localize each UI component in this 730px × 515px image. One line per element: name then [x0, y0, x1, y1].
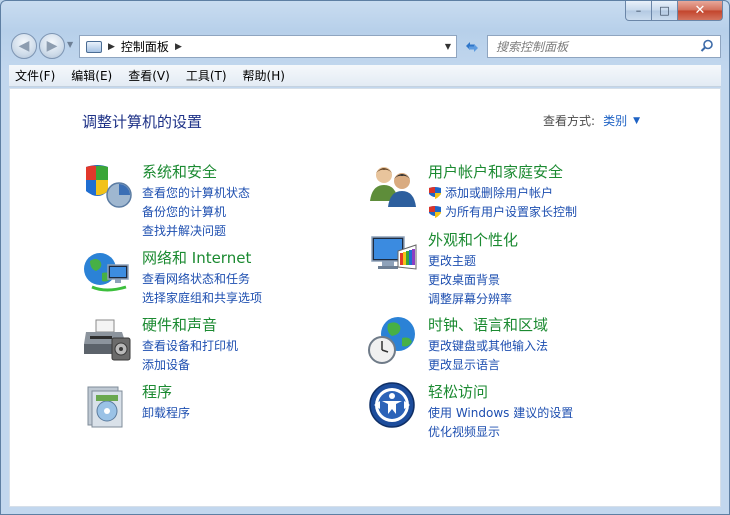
link-view-devices-printers[interactable]: 查看设备和打印机 — [142, 336, 238, 355]
category-clock-language-region: 时钟、语言和区域 更改键盘或其他输入法 更改显示语言 — [368, 314, 648, 372]
category-hardware-sound: 硬件和声音 查看设备和打印机 添加设备 — [82, 314, 362, 372]
breadcrumb-control-panel[interactable]: 控制面板 — [121, 38, 169, 55]
uac-shield-icon — [429, 205, 441, 218]
link-change-theme[interactable]: 更改主题 — [428, 251, 512, 270]
category-links: 更改主题 更改桌面背景 调整屏幕分辨率 — [428, 251, 512, 308]
breadcrumb-separator-icon[interactable]: ▶ — [108, 42, 115, 52]
category-title-programs[interactable]: 程序 — [142, 381, 172, 402]
link-find-fix-problems[interactable]: 查找并解决问题 — [142, 221, 250, 240]
security-shield-icon[interactable] — [82, 161, 134, 213]
menu-tools[interactable]: 工具(T) — [186, 67, 227, 84]
menu-view[interactable]: 查看(V) — [128, 67, 170, 84]
link-parental-controls[interactable]: 为所有用户设置家长控制 — [428, 202, 577, 221]
ease-of-access-icon[interactable] — [368, 381, 420, 433]
printer-icon[interactable] — [82, 314, 134, 366]
category-user-accounts: 用户帐户和家庭安全 添加或删除用户帐户 为所有用户设置家长控制 — [368, 161, 648, 221]
search-icon[interactable] — [700, 39, 714, 53]
link-recommended-settings[interactable]: 使用 Windows 建议的设置 — [428, 403, 573, 422]
link-change-keyboard[interactable]: 更改键盘或其他输入法 — [428, 336, 548, 355]
category-title-network-internet[interactable]: 网络和 Internet — [142, 247, 251, 268]
network-globe-icon[interactable] — [82, 247, 134, 299]
caption-buttons: – □ ✕ — [625, 1, 723, 22]
back-button[interactable]: ◀ — [11, 33, 37, 59]
refresh-icon — [466, 41, 478, 52]
search-box[interactable] — [487, 35, 721, 58]
link-view-computer-status[interactable]: 查看您的计算机状态 — [142, 183, 250, 202]
category-title-appearance[interactable]: 外观和个性化 — [428, 229, 518, 250]
category-title-hardware-sound[interactable]: 硬件和声音 — [142, 314, 217, 335]
menu-edit[interactable]: 编辑(E) — [71, 67, 112, 84]
control-panel-icon — [86, 40, 102, 53]
chevron-down-icon[interactable]: ▼ — [633, 116, 640, 126]
category-title-user-accounts[interactable]: 用户帐户和家庭安全 — [428, 161, 563, 182]
category-links: 查看网络状态和任务 选择家庭组和共享选项 — [142, 269, 262, 307]
clock-globe-icon[interactable] — [368, 314, 420, 366]
link-text[interactable]: 为所有用户设置家长控制 — [445, 203, 577, 220]
refresh-button[interactable] — [461, 35, 483, 58]
forward-arrow-icon: ▶ — [46, 38, 58, 54]
menu-file[interactable]: 文件(F) — [15, 67, 55, 84]
page-title: 调整计算机的设置 — [82, 113, 203, 131]
view-by-value[interactable]: 类别 — [603, 112, 627, 129]
chevron-down-icon: ▼ — [67, 40, 74, 49]
menu-help[interactable]: 帮助(H) — [243, 67, 285, 84]
navigation-bar: ◀ ▶ ▼ ▶ 控制面板 ▶ ▼ — [9, 31, 721, 61]
link-add-remove-accounts[interactable]: 添加或删除用户帐户 — [428, 183, 577, 202]
control-panel-window: – □ ✕ ◀ ▶ ▼ ▶ 控制面板 ▶ ▼ 文件(F — [0, 0, 730, 515]
menu-bar: 文件(F) 编辑(E) 查看(V) 工具(T) 帮助(H) — [9, 65, 721, 87]
category-links: 查看您的计算机状态 备份您的计算机 查找并解决问题 — [142, 183, 250, 240]
content-pane: 调整计算机的设置 查看方式: 类别 ▼ 系统和安全 查看您的计算机状态 备份您的… — [9, 88, 721, 507]
uac-shield-icon — [429, 186, 441, 199]
back-arrow-icon: ◀ — [18, 38, 30, 54]
category-links: 使用 Windows 建议的设置 优化视频显示 — [428, 403, 573, 441]
programs-icon[interactable] — [82, 381, 134, 433]
category-links: 卸载程序 — [142, 403, 190, 422]
category-network-internet: 网络和 Internet 查看网络状态和任务 选择家庭组和共享选项 — [82, 247, 362, 305]
minimize-button[interactable]: – — [625, 1, 652, 21]
close-button[interactable]: ✕ — [678, 1, 723, 21]
category-links: 添加或删除用户帐户 为所有用户设置家长控制 — [428, 183, 577, 221]
address-bar[interactable]: ▶ 控制面板 ▶ ▼ — [79, 35, 457, 58]
link-text[interactable]: 添加或删除用户帐户 — [445, 184, 553, 201]
link-optimize-visual[interactable]: 优化视频显示 — [428, 422, 573, 441]
appearance-monitor-icon[interactable] — [368, 229, 420, 281]
category-title-system-security[interactable]: 系统和安全 — [142, 161, 217, 182]
link-add-device[interactable]: 添加设备 — [142, 355, 238, 374]
link-adjust-resolution[interactable]: 调整屏幕分辨率 — [428, 289, 512, 308]
maximize-button[interactable]: □ — [652, 1, 678, 21]
category-system-security: 系统和安全 查看您的计算机状态 备份您的计算机 查找并解决问题 — [82, 161, 362, 238]
category-title-ease-of-access[interactable]: 轻松访问 — [428, 381, 488, 402]
category-title-clock-language[interactable]: 时钟、语言和区域 — [428, 314, 548, 335]
link-uninstall-program[interactable]: 卸载程序 — [142, 403, 190, 422]
category-links: 更改键盘或其他输入法 更改显示语言 — [428, 336, 548, 374]
view-by-label: 查看方式: — [542, 114, 595, 128]
breadcrumb-separator-icon[interactable]: ▶ — [175, 42, 182, 52]
recent-pages-dropdown[interactable]: ▼ — [67, 40, 73, 49]
category-ease-of-access: 轻松访问 使用 Windows 建议的设置 优化视频显示 — [368, 381, 648, 439]
category-links: 查看设备和打印机 添加设备 — [142, 336, 238, 374]
link-change-display-language[interactable]: 更改显示语言 — [428, 355, 548, 374]
link-change-background[interactable]: 更改桌面背景 — [428, 270, 512, 289]
link-view-network-status[interactable]: 查看网络状态和任务 — [142, 269, 262, 288]
category-appearance: 外观和个性化 更改主题 更改桌面背景 调整屏幕分辨率 — [368, 229, 648, 306]
view-by-dropdown[interactable]: 类别 ▼ — [603, 112, 640, 129]
link-homegroup-sharing[interactable]: 选择家庭组和共享选项 — [142, 288, 262, 307]
forward-button[interactable]: ▶ — [39, 33, 65, 59]
address-dropdown-icon[interactable]: ▼ — [445, 42, 451, 51]
category-programs: 程序 卸载程序 — [82, 381, 362, 431]
search-input[interactable] — [496, 39, 696, 54]
user-accounts-icon[interactable] — [368, 161, 420, 213]
link-backup-computer[interactable]: 备份您的计算机 — [142, 202, 250, 221]
